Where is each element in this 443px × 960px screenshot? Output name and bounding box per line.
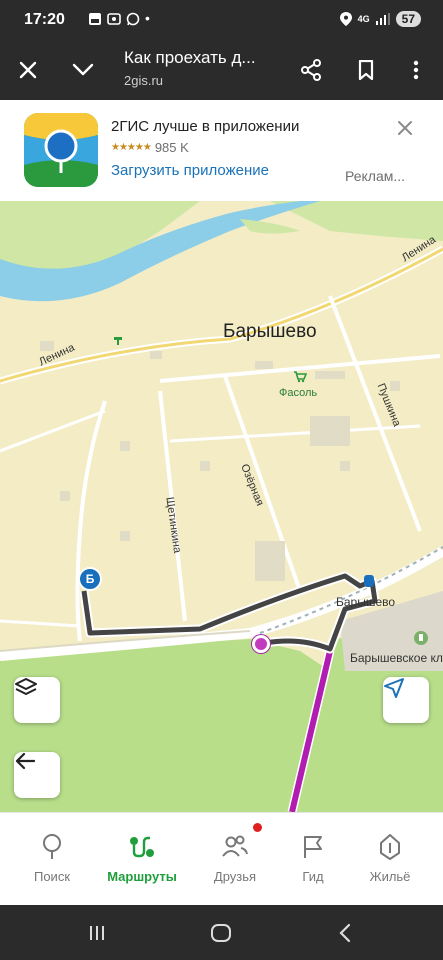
poi-label-cemetery: Барышевское кл	[350, 651, 443, 665]
ad-label: Реклам...	[345, 168, 406, 184]
status-time: 17:20	[24, 11, 65, 28]
transfer-point-marker[interactable]	[252, 635, 270, 653]
search-pin-icon	[43, 834, 61, 859]
poi-label-station: Барышево	[336, 595, 396, 609]
system-nav-bar	[0, 905, 443, 960]
arrow-left-icon	[15, 752, 36, 770]
app-promo-banner[interactable]: 2ГИС лучше в приложении ★★★★★ 985 K Загр…	[0, 100, 443, 201]
fasol-shop-icon	[294, 371, 307, 383]
2gis-logo	[24, 113, 98, 187]
nav-label-search: Поиск	[33, 869, 71, 884]
home-button[interactable]	[206, 922, 236, 944]
housing-icon	[380, 834, 400, 860]
more-notifications-dot: •	[145, 10, 150, 26]
station-icon	[364, 575, 374, 587]
notification-icons: •	[88, 10, 150, 26]
screenshot-icon	[107, 13, 121, 25]
back-button[interactable]	[14, 752, 60, 798]
home-icon	[211, 924, 231, 942]
nav-label-housing: Жильё	[369, 869, 411, 884]
promo-reviews: 985 K	[154, 140, 189, 155]
app-header: Как проехать д... 2gis.ru	[0, 40, 443, 100]
download-app-link[interactable]: Загрузить приложение	[111, 162, 269, 179]
close-icon	[398, 121, 412, 135]
recent-apps-icon	[90, 926, 104, 940]
city-label: Барышево	[223, 321, 317, 342]
page-url: 2gis.ru	[124, 73, 164, 88]
bookmark-button[interactable]	[350, 54, 382, 86]
routes-icon	[130, 836, 154, 858]
cemetery-icon	[414, 631, 428, 645]
nav-label-guide: Гид	[302, 869, 324, 884]
more-vertical-icon	[413, 60, 419, 80]
promo-rating: ★★★★★ 985 K	[111, 140, 189, 155]
collapse-button[interactable]	[67, 54, 99, 86]
flag-icon	[304, 836, 322, 858]
friends-icon	[222, 835, 248, 857]
pharmacy-icon	[114, 337, 122, 345]
status-bar: 17:20 • 4G 57	[0, 0, 443, 40]
gallery-icon	[89, 13, 101, 25]
nav-label-friends: Друзья	[213, 869, 257, 884]
bottom-nav: Поиск Маршруты Друзья Гид Жильё	[0, 812, 443, 905]
nav-item-housing[interactable]: Жильё	[350, 831, 430, 884]
rating-stars-icon: ★★★★★	[111, 142, 152, 153]
battery-indicator: 57	[395, 11, 421, 27]
network-type: 4G	[357, 14, 370, 24]
promo-title: 2ГИС лучше в приложении	[111, 118, 300, 135]
share-icon	[301, 59, 321, 81]
nav-item-guide[interactable]: Гид	[273, 831, 353, 884]
close-ad-button[interactable]	[395, 118, 415, 138]
chevron-down-icon	[72, 63, 94, 76]
whatsapp-icon	[126, 12, 140, 26]
bookmark-icon	[358, 60, 374, 80]
status-right: 4G 57	[339, 11, 421, 27]
chevron-left-icon	[339, 923, 351, 943]
destination-marker[interactable]: Б	[78, 567, 102, 591]
recent-apps-button[interactable]	[82, 922, 112, 944]
navigation-arrow-icon	[384, 678, 404, 698]
location-icon	[339, 12, 352, 26]
poi-label-fasol: Фасоль	[279, 387, 318, 399]
layers-button[interactable]	[14, 677, 60, 723]
signal-icon	[375, 13, 390, 25]
more-menu-button[interactable]	[400, 54, 432, 86]
nav-label-routes: Маршруты	[107, 869, 177, 884]
map-canvas	[0, 201, 443, 812]
page-title: Как проехать д...	[124, 48, 256, 67]
my-location-button[interactable]	[383, 677, 429, 723]
system-back-button[interactable]	[330, 922, 360, 944]
nav-item-friends[interactable]: Друзья	[195, 831, 275, 884]
nav-item-search[interactable]: Поиск	[12, 831, 92, 884]
close-icon	[19, 61, 37, 79]
share-button[interactable]	[295, 54, 327, 86]
nav-item-routes[interactable]: Маршруты	[102, 831, 182, 884]
map-view[interactable]: Барышево Ленина Ленина Пушкина Озёрная Щ…	[0, 201, 443, 812]
close-button[interactable]	[12, 54, 44, 86]
layers-icon	[15, 678, 37, 695]
